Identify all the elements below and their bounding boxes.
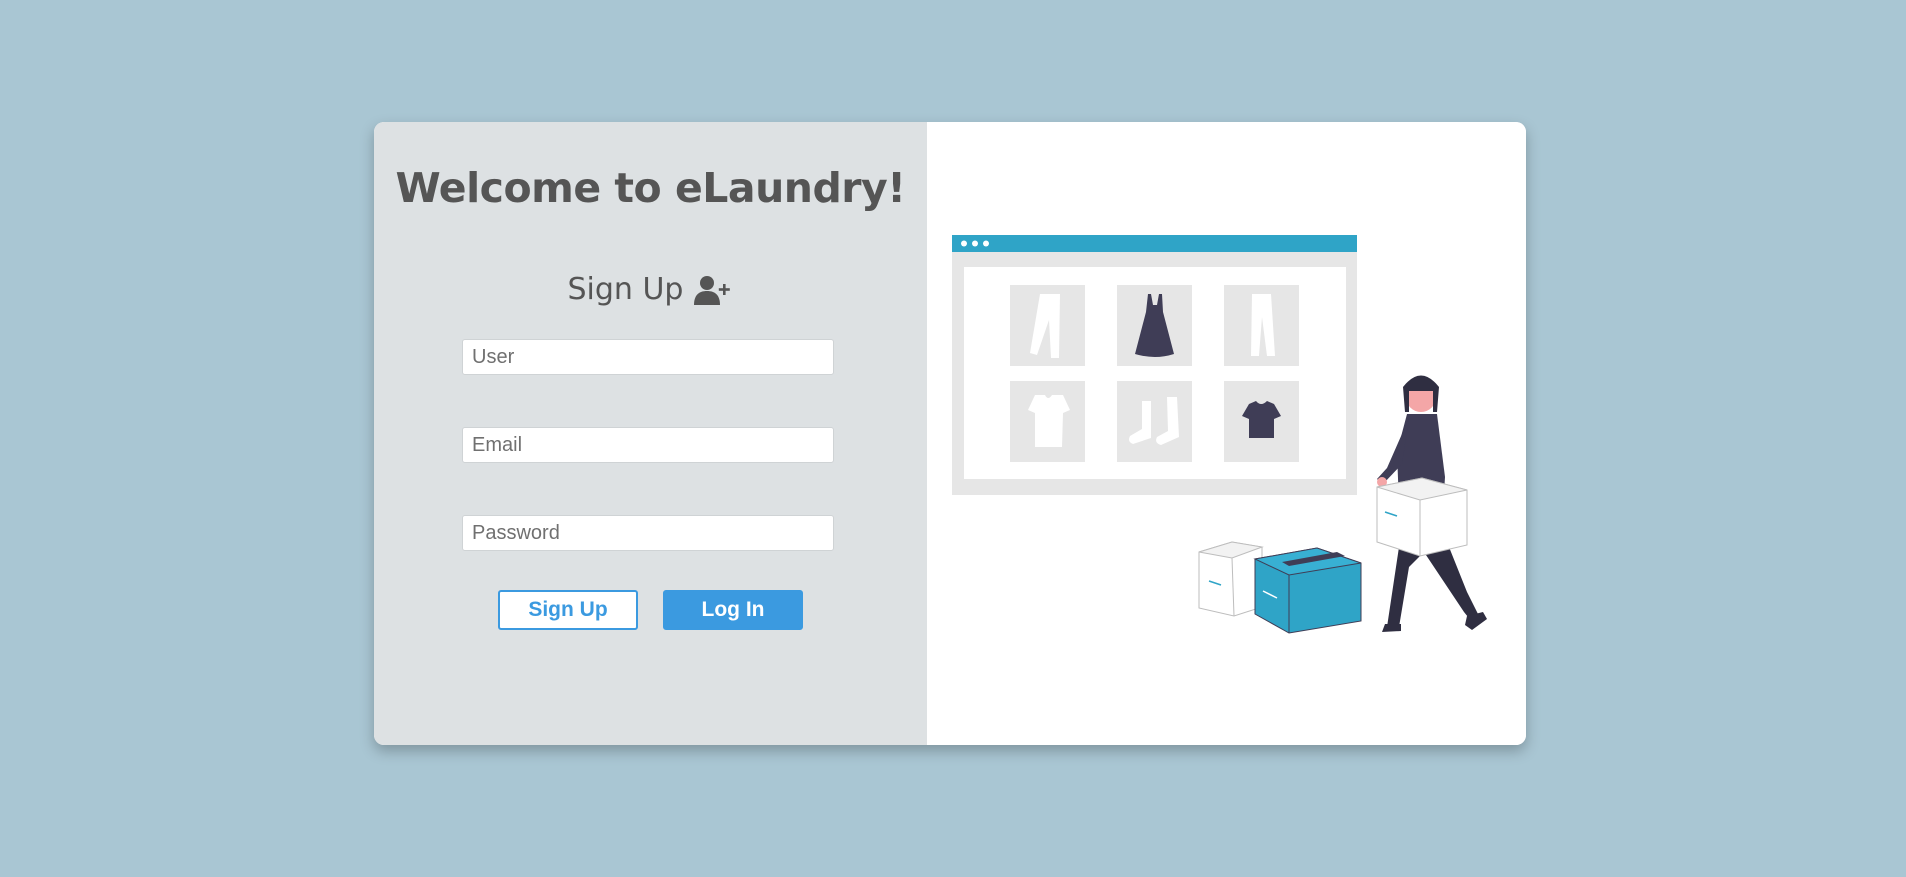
blue-box-graphic bbox=[1253, 547, 1362, 634]
carried-box-graphic bbox=[1376, 477, 1468, 557]
login-button[interactable]: Log In bbox=[663, 590, 803, 630]
illustration-panel bbox=[927, 122, 1526, 745]
white-box-graphic bbox=[1198, 541, 1264, 617]
page-title: Welcome to eLaundry! bbox=[395, 164, 906, 212]
signup-button[interactable]: Sign Up bbox=[498, 590, 638, 630]
email-input[interactable] bbox=[462, 427, 834, 463]
signup-heading: Sign Up bbox=[374, 272, 927, 307]
signup-heading-label: Sign Up bbox=[567, 272, 684, 307]
user-plus-icon bbox=[694, 275, 731, 305]
auth-card: Welcome to eLaundry! Sign Up Sign Up Log… bbox=[374, 122, 1526, 745]
signup-panel: Welcome to eLaundry! Sign Up Sign Up Log… bbox=[374, 122, 927, 745]
browser-window-graphic bbox=[952, 235, 1357, 495]
online-shopping-illustration bbox=[952, 235, 1487, 634]
user-input[interactable] bbox=[462, 339, 834, 375]
password-input[interactable] bbox=[462, 515, 834, 551]
